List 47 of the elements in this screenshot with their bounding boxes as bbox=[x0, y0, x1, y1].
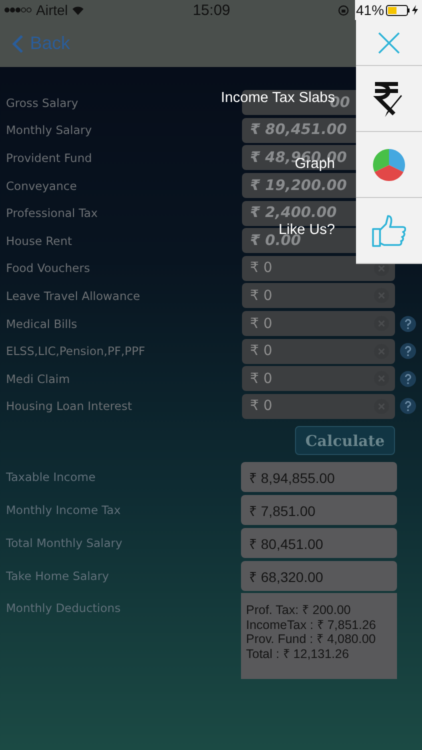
help-icon[interactable] bbox=[400, 370, 416, 387]
field-label: Professional Tax bbox=[5, 206, 99, 220]
deduction-line: Total : ₹ 12,131.26 bbox=[246, 646, 350, 662]
field-label: ELSS,LIC,Pension,PF,PPF bbox=[5, 344, 146, 358]
help-icon[interactable] bbox=[400, 316, 416, 332]
close-icon[interactable] bbox=[378, 32, 400, 54]
result-label: Monthly Deductions bbox=[5, 600, 122, 618]
help-icon[interactable] bbox=[400, 398, 416, 414]
thumbs-up-icon[interactable] bbox=[372, 214, 406, 246]
result-label: Monthly Income Tax bbox=[5, 502, 122, 520]
battery-percent: 41% bbox=[356, 2, 384, 18]
input-field[interactable]: ₹ 0 bbox=[242, 311, 395, 336]
calculate-button[interactable]: Calculate bbox=[295, 426, 395, 456]
field-label: Conveyance bbox=[5, 178, 78, 193]
charging-icon bbox=[412, 5, 418, 15]
battery-icon bbox=[386, 4, 410, 16]
field-label: Provident Fund bbox=[5, 150, 93, 165]
result-value: ₹ 7,851.00 bbox=[241, 495, 397, 526]
chevron-icon[interactable] bbox=[12, 34, 24, 54]
help-icon[interactable] bbox=[400, 343, 416, 360]
deduction-line: Prof. Tax: ₹ 200.00 bbox=[246, 603, 352, 618]
result-value: ₹ 80,451.00 bbox=[241, 528, 397, 558]
field-label: Monthly Salary bbox=[5, 123, 93, 138]
deduction-line: Prov. Fund : ₹ 4,080.00 bbox=[246, 632, 377, 647]
result-label: Total Monthly Salary bbox=[5, 535, 124, 552]
result-label: Take Home Salary bbox=[5, 568, 110, 586]
field-label: Housing Loan Interest bbox=[5, 399, 133, 414]
result-value: ₹ 8,94,855.00 bbox=[241, 462, 397, 492]
rotation-lock-icon bbox=[338, 4, 349, 16]
field-label: Medi Claim bbox=[5, 372, 71, 386]
field-label: House Rent bbox=[5, 234, 74, 248]
clock-time: 15:09 bbox=[192, 2, 230, 18]
field-label: Leave Travel Allowance bbox=[5, 288, 142, 303]
carrier-name: Airtel bbox=[36, 2, 68, 18]
input-field[interactable]: ₹ 0 bbox=[242, 394, 395, 419]
field-label: Medical Bills bbox=[5, 316, 78, 331]
input-field[interactable]: ₹ 0 bbox=[242, 283, 395, 308]
signal-icon bbox=[4, 7, 32, 13]
input-field[interactable]: ₹ 0 bbox=[242, 338, 395, 364]
pie-chart-icon[interactable] bbox=[372, 148, 406, 182]
result-value: ₹ 68,320.00 bbox=[241, 561, 397, 592]
result-label: Taxable Income bbox=[5, 469, 97, 486]
deduction-line: IncomeTax : ₹ 7,851.26 bbox=[246, 618, 377, 632]
input-field[interactable]: ₹ 0 bbox=[242, 256, 395, 281]
input-field[interactable]: ₹ 0 bbox=[242, 366, 395, 392]
wifi-icon bbox=[72, 6, 84, 14]
field-label: Food Vouchers bbox=[5, 261, 91, 276]
